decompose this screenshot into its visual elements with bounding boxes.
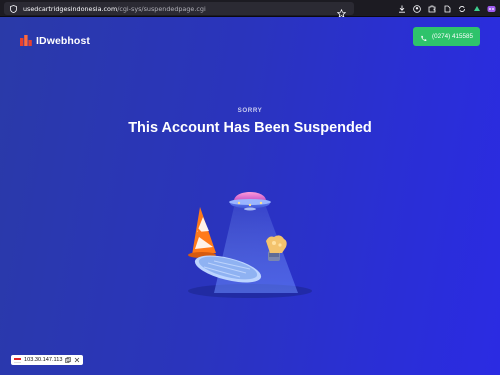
idwebhost-logo-icon — [20, 31, 32, 50]
phone-number: (0274) 415585 — [432, 33, 473, 40]
suspended-illustration — [188, 192, 312, 298]
logo-text: IDwebhost — [36, 34, 90, 47]
indonesia-flag-icon — [14, 357, 21, 363]
copy-icon[interactable] — [65, 357, 72, 363]
traffic-cone — [188, 207, 216, 258]
ext-purple-icon[interactable] — [487, 4, 496, 13]
account-icon[interactable] — [412, 4, 421, 13]
brand-logo[interactable]: IDwebhost — [20, 31, 90, 50]
call-button[interactable]: (0274) 415585 — [413, 27, 480, 46]
puzzle-icon[interactable] — [442, 4, 451, 13]
address-bar[interactable]: usedcartridgesindonesia.com/cgi-sys/susp… — [4, 2, 354, 18]
ip-address: 103.30.147.113 — [24, 357, 63, 363]
close-icon[interactable] — [74, 357, 80, 363]
ext-green-icon[interactable] — [472, 4, 481, 13]
ip-badge: 103.30.147.113 — [11, 355, 84, 365]
extensions-icon[interactable] — [427, 4, 436, 13]
toolbar-icons — [397, 2, 496, 15]
shield-icon[interactable] — [10, 4, 18, 13]
phone-icon — [420, 27, 427, 46]
url-text: usedcartridgesindonesia.com/cgi-sys/susp… — [23, 4, 206, 13]
sync-icon[interactable] — [457, 4, 466, 13]
browser-toolbar: usedcartridgesindonesia.com/cgi-sys/susp… — [0, 0, 500, 18]
download-icon[interactable] — [397, 4, 406, 13]
eyebrow-text: SORRY — [237, 107, 263, 114]
page-title: This Account Has Been Suspended — [128, 120, 372, 136]
suspended-page: IDwebhost (0274) 415585 SORRY This Accou… — [0, 17, 500, 375]
